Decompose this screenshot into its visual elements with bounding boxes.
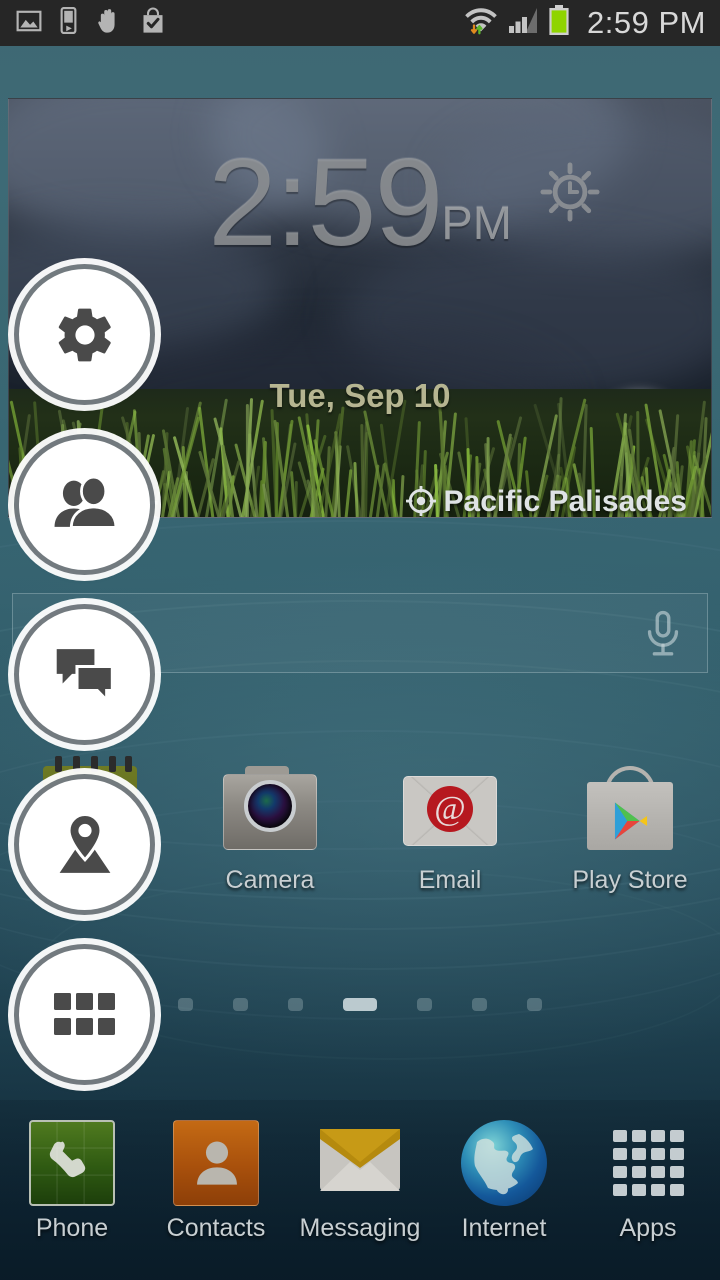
dock-label: Messaging bbox=[288, 1214, 432, 1243]
apps-grid-cell bbox=[670, 1148, 684, 1160]
status-bar-left-icons bbox=[16, 7, 166, 39]
people-icon bbox=[52, 472, 118, 538]
dock-label: Phone bbox=[0, 1214, 144, 1243]
contacts-fab[interactable] bbox=[19, 439, 150, 570]
battery-icon bbox=[548, 5, 570, 41]
apps-grid-cell bbox=[651, 1130, 665, 1142]
messaging-icon bbox=[317, 1120, 403, 1206]
page-dot-2[interactable] bbox=[288, 998, 303, 1011]
grass-blade bbox=[399, 475, 405, 517]
dock: Phone Contacts Messaging Internet Apps bbox=[0, 1100, 720, 1280]
apps-grid-cell bbox=[632, 1148, 646, 1160]
grass-blade bbox=[344, 469, 352, 517]
dock-label: Apps bbox=[576, 1214, 720, 1243]
email-icon: @ bbox=[401, 760, 499, 858]
apps-grid-cell bbox=[651, 1184, 665, 1196]
location-pin-icon bbox=[406, 486, 436, 518]
weather-city: Pacific Palisades bbox=[406, 485, 688, 518]
contacts-icon bbox=[173, 1120, 259, 1206]
dock-messaging[interactable]: Messaging bbox=[288, 1120, 432, 1243]
play-store-update-icon bbox=[140, 7, 166, 39]
dock-label: Internet bbox=[432, 1214, 576, 1243]
page-dot-5[interactable] bbox=[472, 998, 487, 1011]
chat-bubbles-icon bbox=[52, 644, 118, 706]
phone-icon bbox=[29, 1120, 115, 1206]
page-dot-6[interactable] bbox=[527, 998, 542, 1011]
app-email[interactable]: @ Email bbox=[370, 760, 530, 895]
app-label: Play Store bbox=[550, 866, 710, 895]
settings-fab[interactable] bbox=[19, 269, 150, 400]
microphone-icon[interactable] bbox=[641, 610, 685, 663]
page-dot-4[interactable] bbox=[417, 998, 432, 1011]
apps-grid-cell bbox=[613, 1148, 627, 1160]
apps-grid-cell bbox=[613, 1166, 627, 1178]
internet-globe-icon bbox=[461, 1120, 547, 1206]
screenshot-icon bbox=[16, 8, 42, 39]
air-gesture-hand-icon bbox=[95, 7, 122, 39]
page-dot-3[interactable] bbox=[343, 998, 377, 1011]
apps-grid-cell bbox=[632, 1130, 646, 1142]
grass-blade bbox=[294, 481, 298, 517]
status-bar-clock: 2:59 PM bbox=[587, 5, 706, 41]
at-symbol: @ bbox=[427, 786, 473, 832]
apps-grid-cell bbox=[670, 1130, 684, 1142]
app-label: Email bbox=[370, 866, 530, 895]
apps-fab[interactable] bbox=[19, 949, 150, 1080]
dock-phone[interactable]: Phone bbox=[0, 1120, 144, 1243]
apps-grid-cell bbox=[670, 1166, 684, 1178]
app-grid-icon bbox=[54, 993, 116, 1037]
status-bar[interactable]: 2:59 PM bbox=[0, 0, 720, 46]
app-play-store[interactable]: Play Store bbox=[550, 760, 710, 895]
camera-icon bbox=[221, 760, 319, 858]
dock-internet[interactable]: Internet bbox=[432, 1120, 576, 1243]
apps-grid-cell bbox=[651, 1166, 665, 1178]
app-camera[interactable]: Camera bbox=[190, 760, 350, 895]
apps-grid-icon bbox=[605, 1120, 691, 1206]
device-media-icon bbox=[60, 7, 77, 39]
page-dot-1[interactable] bbox=[233, 998, 248, 1011]
page-dot-0[interactable] bbox=[178, 998, 193, 1011]
play-store-icon bbox=[581, 760, 679, 858]
widget-clock-time: 2:59 bbox=[208, 134, 441, 272]
wifi-icon bbox=[464, 5, 498, 42]
dock-contacts[interactable]: Contacts bbox=[144, 1120, 288, 1243]
apps-grid-cell bbox=[632, 1166, 646, 1178]
dock-label: Contacts bbox=[144, 1214, 288, 1243]
cellular-signal-icon bbox=[507, 6, 539, 41]
weather-city-name: Pacific Palisades bbox=[444, 485, 688, 518]
apps-grid-cell bbox=[651, 1148, 665, 1160]
widget-clock: 2:59PM bbox=[9, 141, 711, 265]
dock-apps[interactable]: Apps bbox=[576, 1120, 720, 1243]
apps-grid-cell bbox=[613, 1184, 627, 1196]
gear-icon bbox=[53, 303, 117, 367]
widget-clock-ampm: PM bbox=[441, 196, 512, 249]
status-bar-right-icons: 2:59 PM bbox=[464, 5, 706, 42]
messaging-fab[interactable] bbox=[19, 609, 150, 740]
apps-grid-cell bbox=[632, 1184, 646, 1196]
apps-grid-cell bbox=[613, 1130, 627, 1142]
app-label: Camera bbox=[190, 866, 350, 895]
map-pin-icon bbox=[52, 812, 118, 878]
apps-grid-cell bbox=[670, 1184, 684, 1196]
alarm-sun-icon bbox=[539, 161, 601, 228]
grass-blade bbox=[354, 462, 360, 517]
maps-fab[interactable] bbox=[19, 779, 150, 910]
